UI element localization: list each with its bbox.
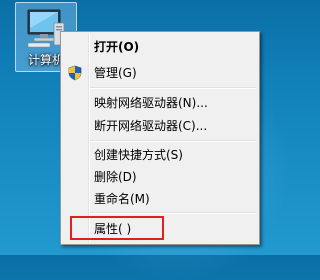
menu-item-label: 映射网络驱动器(N)... [94,96,208,110]
menu-separator [90,212,256,214]
menu-item-manage[interactable]: 管理(G) [63,62,257,84]
menu-separator [90,140,256,142]
menu-item-map-network-drive[interactable]: 映射网络驱动器(N)... [63,92,257,114]
menu-item-label: 管理(G) [94,66,137,80]
uac-shield-icon [67,65,83,88]
menu-item-rename[interactable]: 重命名(M) [63,188,257,210]
menu-item-create-shortcut[interactable]: 创建快捷方式(S) [63,144,257,166]
menu-item-label: 重命名(M) [94,192,150,206]
highlight-annotation-box [70,216,164,240]
menu-separator [90,87,256,89]
menu-item-delete[interactable]: 删除(D) [63,166,257,188]
context-menu: 打开(O) 管理(G) 映射网络驱动器(N)... 断开网络驱动器(C)... … [60,31,260,245]
menu-item-label: 创建快捷方式(S) [94,148,183,162]
menu-item-disconnect-network-drive[interactable]: 断开网络驱动器(C)... [63,115,257,137]
menu-item-label: 删除(D) [94,170,137,184]
menu-item-open[interactable]: 打开(O) [63,36,257,58]
menu-item-label: 打开(O) [94,40,140,54]
menu-item-label: 断开网络驱动器(C)... [94,119,208,133]
